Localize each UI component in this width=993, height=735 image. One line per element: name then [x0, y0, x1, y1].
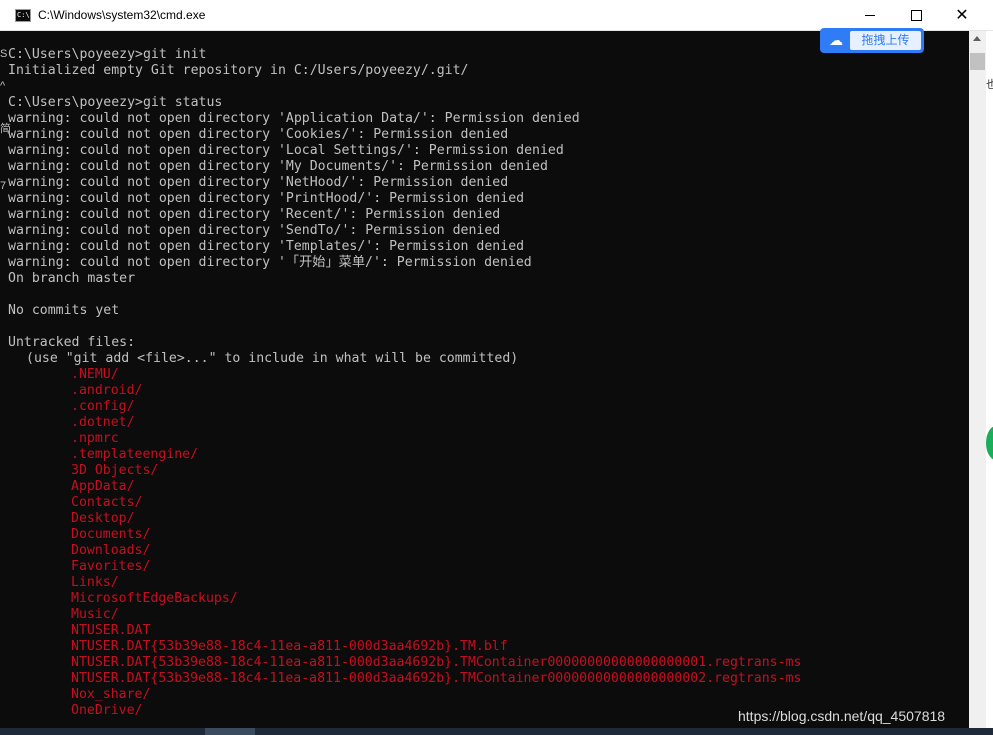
- console-line: C:\Users\poyeezy>git status: [8, 95, 223, 110]
- console-line: Untracked files:: [8, 335, 136, 350]
- left-edge-char: 7: [0, 180, 7, 192]
- untracked-file: Downloads/: [71, 543, 151, 558]
- untracked-file: .android/: [71, 383, 143, 398]
- left-edge-char: S: [0, 48, 8, 60]
- console-line: warning: could not open directory 'My Do…: [8, 159, 548, 174]
- untracked-file: Documents/: [71, 527, 151, 542]
- console-line: Initialized empty Git repository in C:/U…: [8, 63, 469, 78]
- untracked-file: NTUSER.DAT{53b39e88-18c4-11ea-a811-000d3…: [71, 639, 508, 654]
- untracked-file: AppData/: [71, 479, 135, 494]
- untracked-file: Music/: [71, 607, 119, 622]
- untracked-file: .templateengine/: [71, 447, 199, 462]
- console-line: warning: could not open directory 'Recen…: [8, 207, 501, 222]
- console-line: warning: could not open directory 'Cooki…: [8, 127, 509, 142]
- left-edge-clipped-text: S ^ 简 7: [0, 40, 11, 240]
- console-line: warning: could not open directory 'SendT…: [8, 223, 501, 238]
- taskbar: [0, 728, 993, 735]
- scroll-up-icon[interactable]: [973, 36, 981, 41]
- console-line: warning: could not open directory 'Print…: [8, 191, 525, 206]
- untracked-file: Favorites/: [71, 559, 151, 574]
- untracked-file: .npmrc: [71, 431, 119, 446]
- cloud-upload-icon: ☁: [829, 32, 843, 49]
- left-edge-char: 简: [0, 123, 11, 135]
- cmd-icon: C:\: [15, 9, 31, 22]
- window-title: C:\Windows\system32\cmd.exe: [38, 8, 206, 22]
- untracked-file: Desktop/: [71, 511, 135, 526]
- scrollbar-thumb[interactable]: [970, 53, 985, 70]
- untracked-file: MicrosoftEdgeBackups/: [71, 591, 238, 606]
- vertical-scrollbar[interactable]: [969, 31, 986, 728]
- maximize-icon: [910, 9, 922, 21]
- drag-upload-label: 拖拽上传: [850, 31, 921, 50]
- minimize-icon: [865, 14, 875, 16]
- console-hint-line: (use "git add <file>..." to include in w…: [26, 351, 519, 366]
- background-window-edge: 也: [986, 31, 993, 735]
- maximize-button[interactable]: [893, 0, 939, 30]
- watermark-url: https://blog.csdn.net/qq_4507818: [738, 708, 946, 724]
- left-edge-char: ^: [0, 80, 6, 92]
- untracked-file: Links/: [71, 575, 119, 590]
- title-bar[interactable]: C:\ C:\Windows\system32\cmd.exe ✕: [0, 0, 993, 31]
- console-line: warning: could not open directory 'Local…: [8, 143, 564, 158]
- untracked-file: NTUSER.DAT{53b39e88-18c4-11ea-a811-000d3…: [71, 671, 802, 686]
- console-output[interactable]: C:\Users\poyeezy>git init Initialized emp…: [0, 31, 969, 728]
- untracked-file: NTUSER.DAT{53b39e88-18c4-11ea-a811-000d3…: [71, 655, 802, 670]
- untracked-file: .config/: [71, 399, 135, 414]
- minimize-button[interactable]: [847, 0, 893, 30]
- taskbar-item[interactable]: [205, 728, 255, 735]
- close-icon: ✕: [955, 5, 969, 24]
- console-line: warning: could not open directory 'Appli…: [8, 111, 580, 126]
- console-line: warning: could not open directory 'Templ…: [8, 239, 525, 254]
- background-text: 也: [986, 79, 993, 91]
- untracked-file: .NEMU/: [71, 367, 119, 382]
- drag-upload-button[interactable]: ☁ 拖拽上传: [820, 28, 924, 53]
- console-line: No commits yet: [8, 303, 120, 318]
- console-line: On branch master: [8, 271, 136, 286]
- green-circle-icon[interactable]: [986, 426, 993, 460]
- untracked-file: Nox_share/: [71, 687, 151, 702]
- untracked-file: .dotnet/: [71, 415, 135, 430]
- untracked-file: 3D Objects/: [71, 463, 159, 478]
- cmd-window: C:\ C:\Windows\system32\cmd.exe ✕ C:\Use…: [0, 0, 993, 735]
- close-button[interactable]: ✕: [939, 0, 985, 30]
- console-line: warning: could not open directory 'NetHo…: [8, 175, 509, 190]
- untracked-file: NTUSER.DAT: [71, 623, 151, 638]
- untracked-file: Contacts/: [71, 495, 143, 510]
- console-line: warning: could not open directory '「开始」菜…: [8, 255, 532, 270]
